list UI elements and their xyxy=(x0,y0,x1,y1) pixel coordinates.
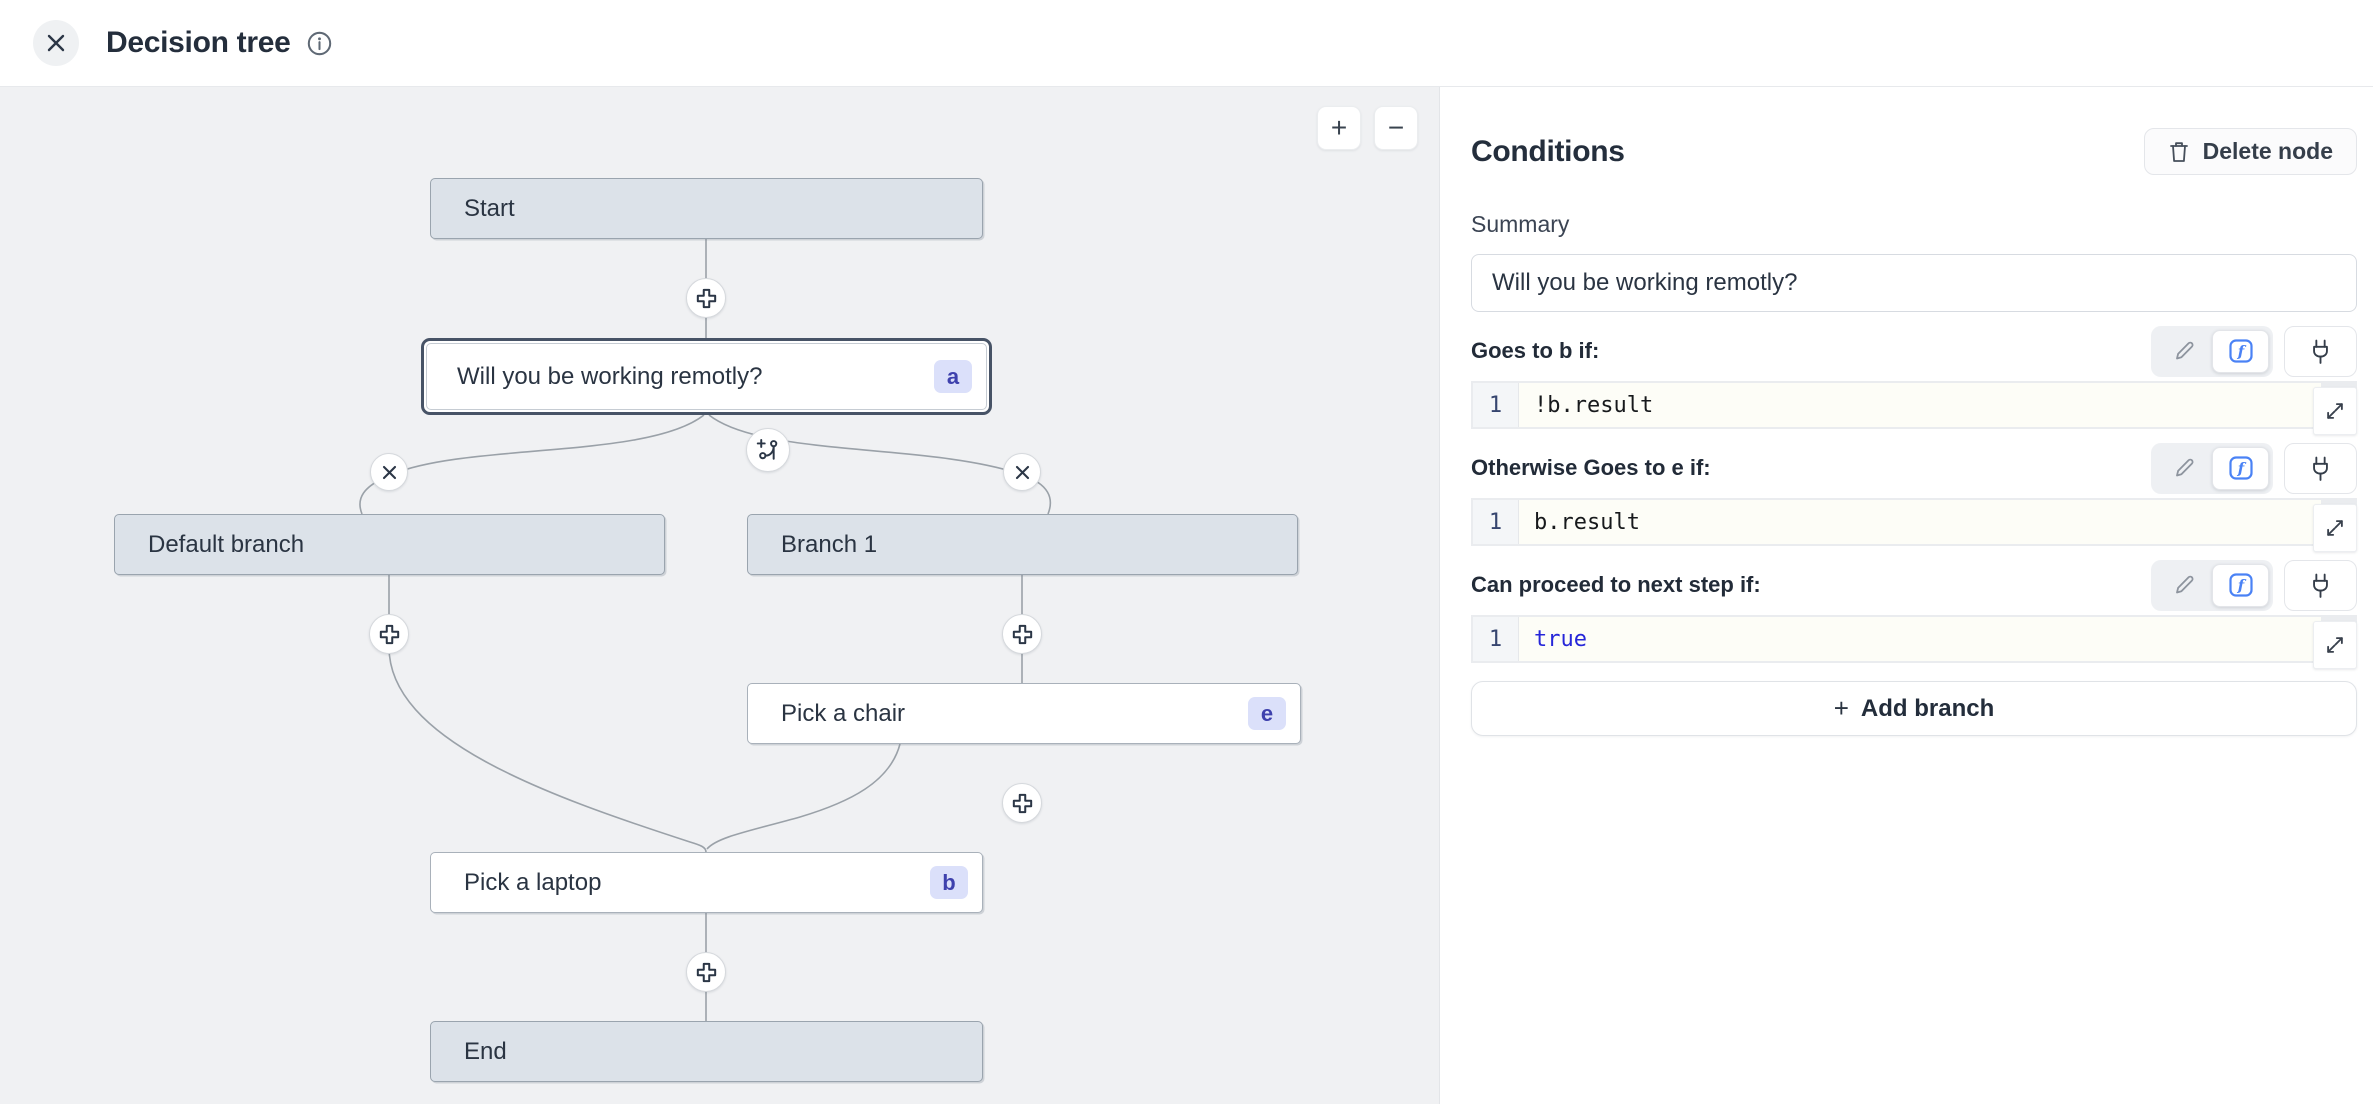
close-icon xyxy=(1015,465,1030,480)
flow-canvas[interactable]: Start Will you be working remotly? a Def… xyxy=(0,87,1440,1104)
insert-node-button[interactable] xyxy=(1002,614,1042,654)
connect-source-button[interactable] xyxy=(2284,443,2357,494)
node-badge: e xyxy=(1248,697,1286,730)
pencil-mode-button[interactable] xyxy=(2155,447,2212,490)
expand-editor-button[interactable] xyxy=(2313,387,2357,435)
expand-editor-button[interactable] xyxy=(2313,504,2357,552)
node-label: Pick a laptop xyxy=(464,869,930,897)
close-button[interactable] xyxy=(33,20,79,66)
branch-split-icon xyxy=(756,438,780,462)
fx-mode-button[interactable]: f xyxy=(2212,447,2269,490)
insert-node-button[interactable] xyxy=(369,614,409,654)
node-label: Default branch xyxy=(148,531,650,559)
delete-branch-button[interactable] xyxy=(1003,453,1041,491)
expand-icon xyxy=(2324,517,2346,539)
code-editor[interactable]: 1 true xyxy=(1471,615,2357,663)
info-icon[interactable] xyxy=(306,30,333,57)
node-default-branch[interactable]: Default branch xyxy=(114,514,665,575)
zoom-out-button[interactable]: − xyxy=(1374,106,1418,150)
code-text[interactable]: b.result xyxy=(1534,510,1640,535)
zoom-in-button[interactable]: + xyxy=(1317,106,1361,150)
add-branch-label: Add branch xyxy=(1861,695,1994,723)
code-text[interactable]: !b.result xyxy=(1534,393,1653,418)
code-text[interactable]: true xyxy=(1534,627,1587,652)
summary-input[interactable] xyxy=(1471,254,2357,312)
node-badge: a xyxy=(934,360,972,393)
svg-text:f: f xyxy=(2236,460,2246,478)
expand-icon xyxy=(2324,400,2346,422)
line-number: 1 xyxy=(1473,383,1519,427)
fx-icon: f xyxy=(2228,572,2254,598)
insert-node-button[interactable] xyxy=(686,278,726,318)
add-branch-button[interactable]: + Add branch xyxy=(1471,681,2357,736)
flow-edges xyxy=(0,87,1440,1104)
editor-mode-toggle: f xyxy=(2151,560,2273,611)
plus-icon xyxy=(1012,624,1033,645)
expand-icon xyxy=(2324,634,2346,656)
connect-source-button[interactable] xyxy=(2284,326,2357,377)
conditions-panel: Conditions Delete node Summary Goes to b… xyxy=(1440,87,2373,1104)
plus-icon xyxy=(1012,793,1033,814)
svg-text:f: f xyxy=(2236,577,2246,595)
node-end[interactable]: End xyxy=(430,1021,983,1082)
plug-icon xyxy=(2308,572,2333,599)
code-editor[interactable]: 1 !b.result xyxy=(1471,381,2357,429)
delete-branch-button[interactable] xyxy=(370,453,408,491)
node-badge: b xyxy=(930,866,968,899)
condition-label: Goes to b if: xyxy=(1471,338,1599,364)
editor-mode-toggle: f xyxy=(2151,443,2273,494)
node-label: Branch 1 xyxy=(781,531,1283,559)
pencil-icon xyxy=(2172,456,2196,480)
code-editor[interactable]: 1 b.result xyxy=(1471,498,2357,546)
header: Decision tree xyxy=(0,0,2373,87)
node-start[interactable]: Start xyxy=(430,178,983,239)
plus-icon: + xyxy=(1834,693,1849,724)
node-label: Pick a chair xyxy=(781,700,1248,728)
pencil-mode-button[interactable] xyxy=(2155,330,2212,373)
editor-mode-toggle: f xyxy=(2151,326,2273,377)
line-number: 1 xyxy=(1473,500,1519,544)
node-label: Start xyxy=(464,195,968,223)
node-pick-a-chair[interactable]: Pick a chair e xyxy=(747,683,1301,744)
insert-node-button[interactable] xyxy=(686,952,726,992)
connect-source-button[interactable] xyxy=(2284,560,2357,611)
node-decision-selected[interactable]: Will you be working remotly? a xyxy=(421,338,992,415)
condition-label: Otherwise Goes to e if: xyxy=(1471,455,1711,481)
condition-label: Can proceed to next step if: xyxy=(1471,572,1761,598)
fx-icon: f xyxy=(2228,338,2254,364)
delete-node-label: Delete node xyxy=(2203,138,2333,165)
close-icon xyxy=(382,465,397,480)
node-label: Will you be working remotly? xyxy=(457,363,934,391)
add-branch-node-button[interactable] xyxy=(746,428,790,472)
close-icon xyxy=(45,32,67,54)
fx-icon: f xyxy=(2228,455,2254,481)
plus-icon xyxy=(379,624,400,645)
pencil-icon xyxy=(2172,339,2196,363)
insert-node-button[interactable] xyxy=(1002,783,1042,823)
svg-text:f: f xyxy=(2236,343,2246,361)
delete-node-button[interactable]: Delete node xyxy=(2144,128,2357,175)
fx-mode-button[interactable]: f xyxy=(2212,330,2269,373)
node-branch-1[interactable]: Branch 1 xyxy=(747,514,1298,575)
node-pick-a-laptop[interactable]: Pick a laptop b xyxy=(430,852,983,913)
page-title: Decision tree xyxy=(106,26,291,60)
panel-title: Conditions xyxy=(1471,135,1625,169)
trash-icon xyxy=(2168,140,2190,164)
pencil-mode-button[interactable] xyxy=(2155,564,2212,607)
plug-icon xyxy=(2308,338,2333,365)
line-number: 1 xyxy=(1473,617,1519,661)
summary-label: Summary xyxy=(1471,211,2357,238)
pencil-icon xyxy=(2172,573,2196,597)
fx-mode-button[interactable]: f xyxy=(2212,564,2269,607)
plug-icon xyxy=(2308,455,2333,482)
plus-icon xyxy=(696,288,717,309)
plus-icon xyxy=(696,962,717,983)
expand-editor-button[interactable] xyxy=(2313,621,2357,669)
node-label: End xyxy=(464,1038,968,1066)
